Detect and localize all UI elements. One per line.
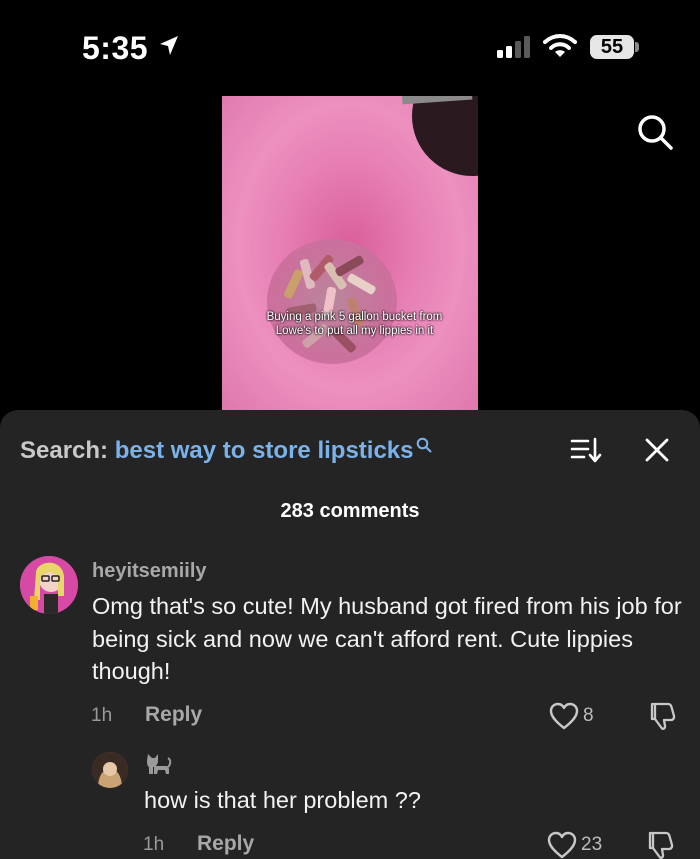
heart-icon[interactable] [547, 831, 577, 859]
reply-text: how is that her problem ?? [144, 787, 421, 813]
like-count: 23 [581, 834, 603, 855]
reply-avatar-image [92, 752, 128, 788]
bucket-rim [412, 96, 478, 176]
like-count: 8 [583, 705, 594, 726]
video-caption: Buying a pink 5 gallon bucket from Lowe'… [266, 311, 443, 337]
dislike-icon[interactable] [646, 701, 676, 731]
status-time: 5:35 [82, 30, 149, 66]
avatar-image [20, 556, 78, 614]
search-small-icon [416, 437, 431, 453]
search-icon[interactable] [636, 113, 674, 151]
reply-avatar[interactable] [92, 752, 128, 788]
avatar[interactable] [20, 556, 78, 614]
bucket-floor [267, 239, 397, 364]
comment-count: 283 comments [280, 500, 420, 522]
video-player[interactable]: Buying a pink 5 gallon bucket from Lowe'… [222, 96, 478, 410]
comment-text: Omg that's so cute! My husband got fired… [92, 593, 682, 684]
close-icon[interactable] [644, 437, 670, 463]
heart-icon[interactable] [549, 702, 579, 730]
reply-button[interactable]: Reply [145, 703, 202, 727]
reply-button[interactable]: Reply [197, 832, 254, 856]
search-label: Search: [20, 437, 109, 464]
comment-time: 1h [91, 705, 113, 726]
sort-icon[interactable] [570, 436, 602, 464]
cellular-signal-icon [497, 36, 530, 58]
location-arrow-icon [160, 36, 178, 55]
search-term-link[interactable]: best way to store lipsticks [115, 437, 414, 464]
reply-time: 1h [143, 834, 165, 855]
battery-tip [635, 42, 639, 52]
dislike-icon[interactable] [644, 830, 674, 859]
cat-emoji-icon[interactable] [144, 752, 172, 778]
wifi-icon [543, 34, 577, 57]
status-bar: 5:35 55 [0, 0, 700, 90]
battery-indicator: 55 [590, 35, 634, 59]
search-suggestion[interactable]: Search: best way to store lipsticks [20, 437, 432, 465]
comment-username[interactable]: heyitsemiily [92, 560, 207, 583]
